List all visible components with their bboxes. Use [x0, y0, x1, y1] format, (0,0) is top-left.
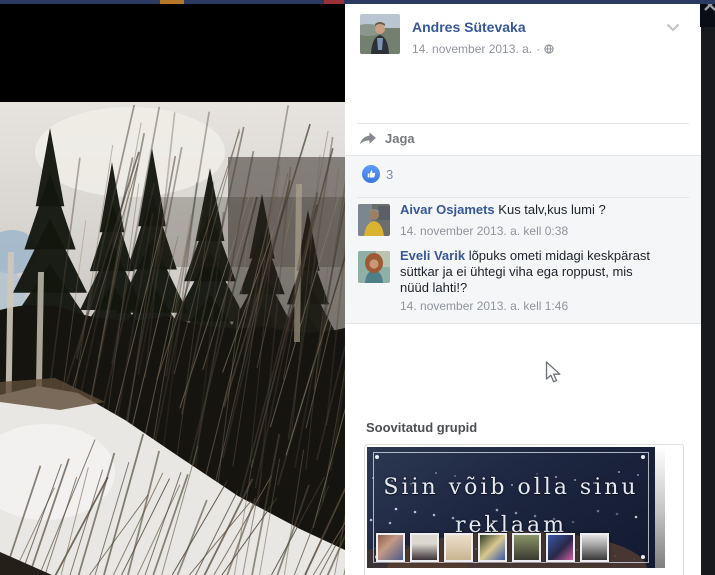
share-button[interactable]: Jaga — [359, 128, 415, 148]
comment-author-avatar[interactable] — [358, 204, 390, 236]
post-author-avatar[interactable] — [360, 14, 400, 54]
group-member-avatar — [410, 533, 439, 562]
browser-topbar-sliver: Siret avaleht — [0, 0, 715, 4]
facebook-photo-theater: Siret avaleht — [0, 0, 715, 575]
share-label: Jaga — [385, 130, 415, 146]
group-cover-image: Siin võib olla sinu reklaam — [367, 447, 655, 568]
share-arrow-icon — [359, 131, 376, 144]
feedback-section: 3 Aivar Osjamets Kus talv,kus lumi ? 14.… — [345, 155, 701, 324]
thumbs-up-icon[interactable] — [362, 165, 380, 183]
chevron-down-icon[interactable] — [666, 23, 680, 32]
group-member-avatar — [512, 533, 541, 562]
comment-author-name[interactable]: Aivar Osjamets — [400, 202, 495, 217]
post-author-name[interactable]: Andres Sütevaka — [412, 19, 526, 35]
group-member-avatar — [478, 533, 507, 562]
globe-icon — [544, 44, 554, 54]
theater-letterbox — [0, 4, 345, 102]
avatar-image — [358, 204, 390, 236]
suggested-groups-title: Soovitatud grupid — [366, 420, 478, 435]
mouse-cursor — [545, 361, 561, 383]
group-member-avatar — [546, 533, 575, 562]
avatar-image — [358, 251, 390, 283]
suggested-group-card[interactable]: Siin võib olla sinu reklaam — [364, 444, 684, 575]
like-count[interactable]: 3 — [386, 167, 393, 182]
topbar-notification-fragment — [324, 0, 344, 4]
group-member-avatar — [376, 533, 405, 562]
group-member-avatars — [376, 533, 609, 562]
topbar-text-fragment: avaleht — [239, 0, 280, 3]
comment-timestamp[interactable]: 14. november 2013. a. kell 1:46 — [400, 299, 568, 313]
thumb-glyph — [367, 169, 375, 177]
group-member-avatar — [444, 533, 473, 562]
post-timestamp[interactable]: 14. november 2013. a. · — [412, 42, 554, 56]
comment-timestamp[interactable]: 14. november 2013. a. kell 0:38 — [400, 224, 568, 238]
ad-title-line1: Siin võib olla sinu — [383, 475, 639, 500]
comment-author-avatar[interactable] — [358, 251, 390, 283]
divider — [357, 197, 689, 198]
theater-background-strip — [701, 0, 715, 575]
group-member-avatar — [580, 533, 609, 562]
comment-text: Kus talv,kus lumi ? — [498, 202, 606, 217]
theater-close-area[interactable] — [700, 0, 715, 27]
avatar-image — [360, 14, 400, 54]
topbar-avatar-fragment — [160, 0, 184, 4]
photo-winter-forest[interactable] — [0, 102, 345, 575]
photo-comment-panel: Andres Sütevaka 14. november 2013. a. · … — [345, 0, 701, 575]
divider — [357, 123, 689, 124]
comment-body: Eveli Varik lõpuks ometi midagi keskpära… — [400, 248, 652, 296]
comment-body: Aivar Osjamets Kus talv,kus lumi ? — [400, 202, 652, 218]
topbar-text-fragment: Siret — [191, 0, 218, 3]
cover-fade-edge — [655, 447, 665, 568]
comment-author-name[interactable]: Eveli Varik — [400, 248, 465, 263]
